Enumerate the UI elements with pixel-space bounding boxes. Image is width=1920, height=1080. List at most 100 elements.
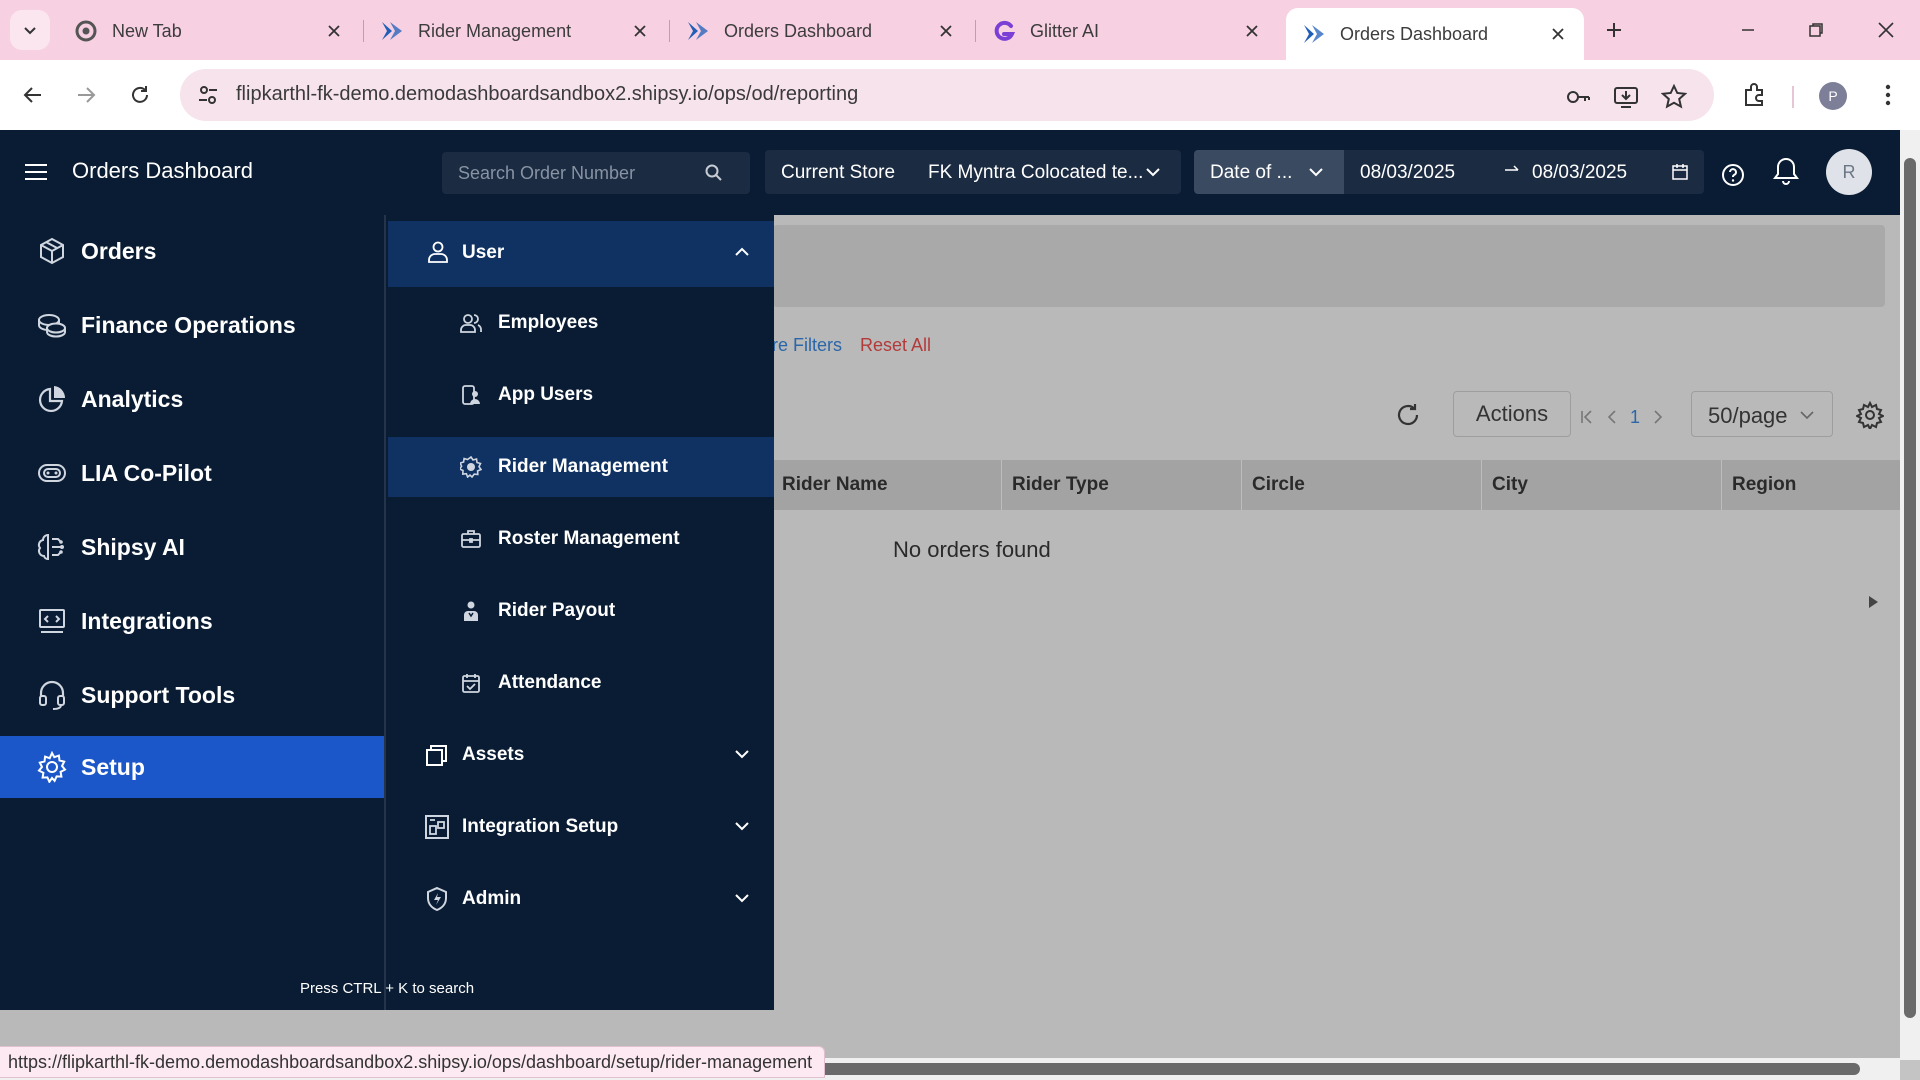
app-users-icon <box>460 384 482 406</box>
submenu-item-attendance[interactable]: Attendance <box>388 653 774 713</box>
restore-button[interactable] <box>1796 10 1836 50</box>
sidebar-item-label: LIA Co-Pilot <box>81 459 212 486</box>
tab-rider-management[interactable]: Rider Management <box>364 11 666 51</box>
tab-glitter-ai[interactable]: Glitter AI <box>976 11 1278 51</box>
scrollbar-thumb[interactable] <box>1904 158 1916 1018</box>
tab-orders-dashboard-active[interactable]: Orders Dashboard <box>1286 8 1584 60</box>
submenu-group-assets[interactable]: Assets <box>388 725 774 785</box>
submenu-item-employees[interactable]: Employees <box>388 293 774 353</box>
submenu-item-rider-management[interactable]: Rider Management <box>388 437 774 497</box>
column-header-region[interactable]: Region <box>1722 460 1900 510</box>
coins-icon <box>36 309 68 341</box>
sidebar-item-label: Integrations <box>81 607 213 634</box>
filter-panel <box>773 225 1885 307</box>
sidebar-item-setup[interactable]: Setup <box>0 736 384 798</box>
user-avatar[interactable]: R <box>1826 149 1872 195</box>
close-icon[interactable] <box>1546 22 1570 46</box>
shipsy-icon <box>1302 22 1326 46</box>
order-search-input[interactable]: Search Order Number <box>442 152 750 194</box>
install-app-icon[interactable] <box>1612 83 1640 111</box>
tab-title: Orders Dashboard <box>724 20 873 41</box>
submenu-group-user[interactable]: User <box>388 221 774 287</box>
submenu-item-rider-payout[interactable]: Rider Payout <box>388 581 774 641</box>
submenu-group-admin[interactable]: Admin <box>388 869 774 929</box>
column-header-rider-type[interactable]: Rider Type <box>1002 460 1242 510</box>
extensions-button[interactable] <box>1738 79 1770 111</box>
chevron-up-icon <box>734 244 750 260</box>
more-filters-link[interactable]: re Filters <box>772 335 842 356</box>
profile-avatar[interactable]: P <box>1819 82 1847 110</box>
hamburger-menu-icon[interactable] <box>22 158 50 186</box>
address-bar[interactable]: flipkarthl-fk-demo.demodashboardsandbox2… <box>180 69 1714 121</box>
bookmark-star-icon[interactable] <box>1660 83 1688 111</box>
site-settings-icon[interactable] <box>194 81 222 109</box>
search-shortcut-hint: Press CTRL + K to search <box>299 980 475 997</box>
scrollbar-thumb[interactable] <box>770 1063 1860 1075</box>
integrations-icon <box>36 605 68 637</box>
reset-all-link[interactable]: Reset All <box>860 335 931 356</box>
scroll-right-icon[interactable] <box>1866 595 1880 609</box>
browser-toolbar: flipkarthl-fk-demo.demodashboardsandbox2… <box>0 60 1920 130</box>
browser-menu-button[interactable] <box>1872 79 1904 111</box>
help-icon[interactable] <box>1718 160 1748 190</box>
calendar-icon[interactable] <box>1670 162 1690 182</box>
sidebar-item-finance-operations[interactable]: Finance Operations <box>0 294 384 356</box>
refresh-icon[interactable] <box>1394 401 1422 429</box>
close-window-button[interactable] <box>1866 10 1906 50</box>
sidebar-item-label: Analytics <box>81 385 184 412</box>
forward-button[interactable] <box>68 77 104 113</box>
tab-new-tab[interactable]: New Tab <box>58 11 360 51</box>
date-to[interactable]: 08/03/2025 <box>1532 162 1627 184</box>
reload-icon <box>132 86 148 103</box>
submenu-item-label: Attendance <box>498 672 602 693</box>
date-type-selector[interactable]: Date of ... <box>1194 150 1344 194</box>
column-header-city[interactable]: City <box>1482 460 1722 510</box>
page-number[interactable]: 1 <box>1630 407 1640 428</box>
close-icon[interactable] <box>934 19 958 43</box>
submenu-group-label: Assets <box>462 744 525 765</box>
chevron-down-icon <box>734 818 750 834</box>
minimize-button[interactable] <box>1728 10 1768 50</box>
close-icon[interactable] <box>628 19 652 43</box>
tab-search-menu-button[interactable] <box>10 10 50 50</box>
actions-button[interactable]: Actions <box>1453 391 1571 437</box>
arrow-left-icon <box>23 87 41 103</box>
submenu-item-app-users[interactable]: App Users <box>388 365 774 425</box>
next-page-icon[interactable] <box>1652 409 1664 425</box>
date-from[interactable]: 08/03/2025 <box>1360 162 1455 184</box>
back-button[interactable] <box>15 77 51 113</box>
password-key-icon[interactable] <box>1564 83 1592 111</box>
chevron-down-icon <box>1308 164 1324 180</box>
submenu-group-integration-setup[interactable]: Integration Setup <box>388 797 774 857</box>
arrow-right-icon <box>78 87 96 103</box>
url-text: flipkarthl-fk-demo.demodashboardsandbox2… <box>236 83 859 105</box>
sidebar-item-lia-co-pilot[interactable]: LIA Co-Pilot <box>0 442 384 504</box>
search-icon[interactable] <box>704 163 724 183</box>
page-size-select[interactable]: 50/page <box>1691 391 1833 437</box>
vertical-scrollbar[interactable] <box>1900 130 1920 1060</box>
reload-button[interactable] <box>122 77 158 113</box>
table-header: Rider Name Rider Type Circle City Region <box>772 460 1900 510</box>
sidebar-item-analytics[interactable]: Analytics <box>0 368 384 430</box>
sidebar-item-support-tools[interactable]: Support Tools <box>0 664 384 726</box>
tab-orders-dashboard[interactable]: Orders Dashboard <box>670 11 972 51</box>
prev-page-icon[interactable] <box>1606 409 1618 425</box>
column-header-circle[interactable]: Circle <box>1242 460 1482 510</box>
bell-icon[interactable] <box>1771 156 1801 186</box>
sidebar-item-shipsy-ai[interactable]: Shipsy AI <box>0 516 384 578</box>
chrome-icon <box>74 19 98 43</box>
chevron-down-icon <box>1800 408 1814 422</box>
submenu-item-label: Roster Management <box>498 528 680 549</box>
submenu-item-roster-management[interactable]: Roster Management <box>388 509 774 569</box>
close-icon[interactable] <box>1240 19 1264 43</box>
sidebar-item-integrations[interactable]: Integrations <box>0 590 384 652</box>
new-tab-button[interactable] <box>1598 14 1630 46</box>
store-selector[interactable]: Current Store FK Myntra Colocated te... <box>765 150 1181 194</box>
first-page-icon[interactable] <box>1580 409 1594 425</box>
date-range-picker[interactable]: 08/03/2025 08/03/2025 <box>1344 150 1704 194</box>
close-icon[interactable] <box>322 19 346 43</box>
sidebar-item-orders[interactable]: Orders <box>0 220 384 282</box>
column-header-rider-name[interactable]: Rider Name <box>772 460 1002 510</box>
table-settings-gear-icon[interactable] <box>1856 401 1884 429</box>
more-vertical-icon <box>1885 84 1891 106</box>
